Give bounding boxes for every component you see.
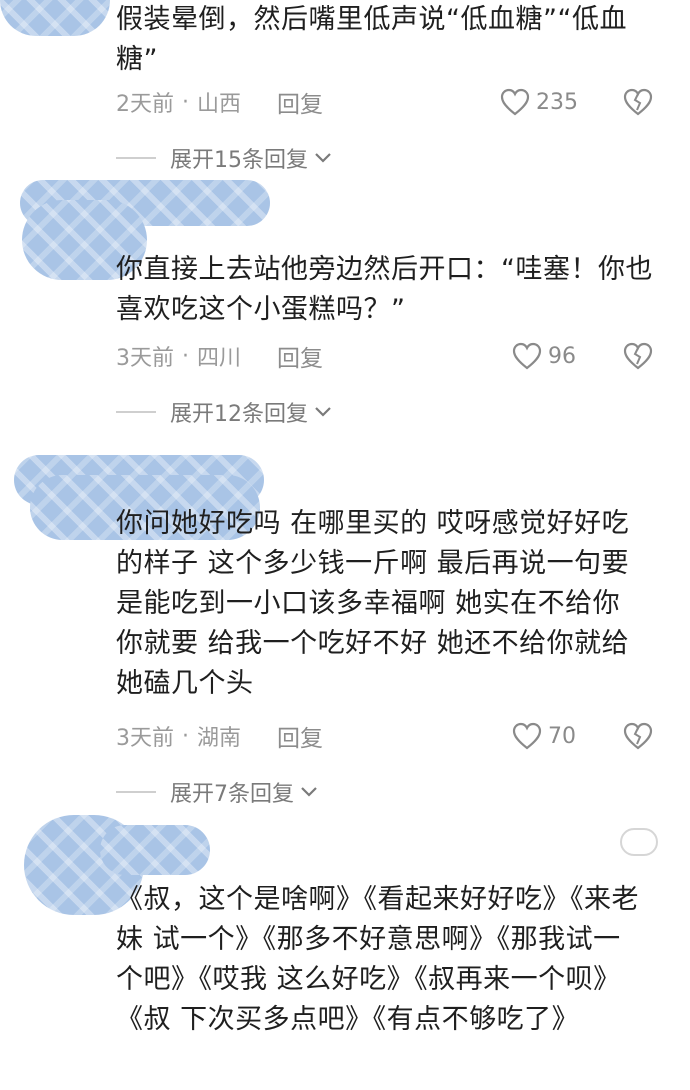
broken-heart-icon — [623, 342, 653, 370]
broken-heart-icon — [623, 722, 653, 750]
chevron-down-icon — [315, 153, 331, 163]
comment-time: 3天前 — [116, 726, 174, 751]
redacted-avatar-4b — [100, 825, 210, 875]
expand-replies-button[interactable]: 展开12条回复 — [116, 392, 332, 432]
dislike-button[interactable] — [622, 336, 654, 376]
comment-meta: 3天前 · 湖南 回复 — [116, 716, 323, 756]
like-button[interactable]: 96 — [512, 336, 576, 376]
expand-divider — [116, 791, 156, 793]
expand-divider — [116, 411, 156, 413]
comment-time: 3天前 — [116, 346, 174, 371]
dislike-button[interactable] — [622, 82, 654, 122]
heart-outline-icon — [512, 342, 542, 370]
comment-text: 你直接上去站他旁边然后开口：“哇塞！你也喜欢吃这个小蛋糕吗？” — [116, 254, 653, 325]
expand-label: 展开12条回复 — [170, 402, 308, 427]
small-emoji-icon — [620, 828, 658, 856]
comment-location: 四川 — [197, 346, 242, 371]
expand-label: 展开7条回复 — [170, 782, 294, 807]
expand-divider — [116, 157, 156, 159]
comment-text: 《叔，这个是啥啊》《看起来好好吃》《来老妹 试一个》《那多不好意思啊》《那我试一… — [116, 884, 639, 1035]
like-count: 235 — [536, 89, 578, 115]
meta-separator: · — [182, 89, 189, 115]
comment-location: 山西 — [197, 92, 242, 117]
chevron-down-icon — [301, 787, 317, 797]
expand-replies-button[interactable]: 展开7条回复 — [116, 772, 318, 812]
dislike-button[interactable] — [622, 716, 654, 756]
expand-replies-button[interactable]: 展开15条回复 — [116, 138, 332, 178]
redacted-avatar-1 — [0, 0, 110, 36]
expand-label: 展开15条回复 — [170, 148, 308, 173]
comment-time: 2天前 — [116, 92, 174, 117]
comment-meta: 2天前 · 山西 回复 — [116, 82, 323, 122]
reply-button[interactable]: 回复 — [277, 85, 323, 119]
meta-separator: · — [182, 723, 189, 749]
reply-button[interactable]: 回复 — [277, 719, 323, 753]
meta-separator: · — [182, 343, 189, 369]
like-count: 70 — [548, 723, 576, 749]
chevron-down-icon — [315, 407, 331, 417]
like-button[interactable]: 70 — [512, 716, 576, 756]
broken-heart-icon — [623, 88, 653, 116]
comment-location: 湖南 — [197, 726, 242, 751]
reply-button[interactable]: 回复 — [277, 339, 323, 373]
heart-outline-icon — [500, 88, 530, 116]
like-count: 96 — [548, 343, 576, 369]
comment-meta: 3天前 · 四川 回复 — [116, 336, 323, 376]
comment-text: 假装晕倒，然后嘴里低声说“低血糖”“低血糖” — [116, 4, 627, 75]
heart-outline-icon — [512, 722, 542, 750]
like-button[interactable]: 235 — [500, 82, 578, 122]
comment-text: 你问她好吃吗 在哪里买的 哎呀感觉好好吃的样子 这个多少钱一斤啊 最后再说一句要… — [116, 508, 630, 699]
